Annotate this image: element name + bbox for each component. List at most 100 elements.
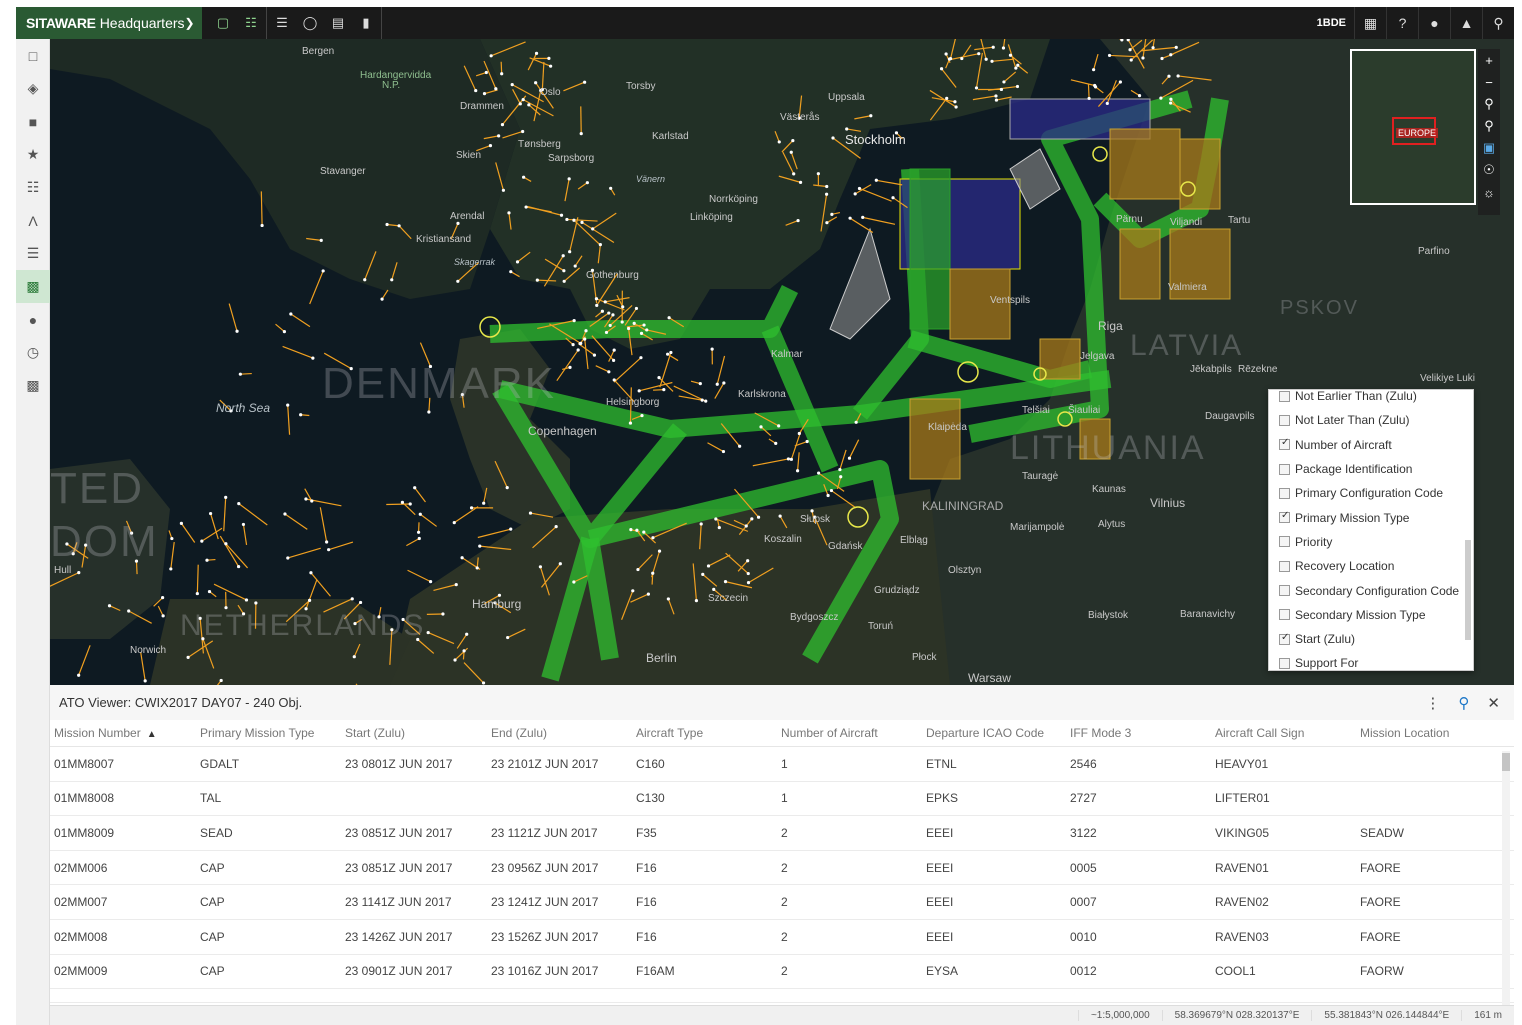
column-header[interactable]: Number of Aircraft: [777, 726, 922, 740]
column-option[interactable]: Secondary Mission Type: [1269, 603, 1473, 627]
route-icon[interactable]: Λ: [16, 204, 50, 237]
flight-point: [657, 375, 661, 380]
column-option[interactable]: Not Earlier Than (Zulu): [1269, 390, 1473, 408]
close-icon[interactable]: ✕: [1487, 694, 1500, 712]
app-switcher[interactable]: SITAWARE Headquarters ❯: [16, 7, 202, 39]
column-header[interactable]: Departure ICAO Code: [922, 726, 1066, 740]
ato-icon[interactable]: ▩: [16, 270, 50, 303]
window-icon[interactable]: ▣: [1478, 137, 1500, 159]
column-checkbox[interactable]: [1279, 463, 1290, 475]
column-option-label: Start (Zulu): [1295, 632, 1356, 647]
flight-point: [694, 599, 699, 603]
column-option[interactable]: Not Later Than (Zulu): [1269, 408, 1473, 432]
flight-point: [960, 56, 964, 61]
map-icon[interactable]: □: [16, 39, 50, 72]
flight-track: [328, 541, 354, 551]
unit-label[interactable]: 1BDE: [1309, 17, 1354, 29]
column-option[interactable]: Priority: [1269, 530, 1473, 554]
column-checkbox[interactable]: [1279, 609, 1290, 621]
map-icon[interactable]: ▢: [210, 11, 236, 35]
column-header[interactable]: Primary Mission Type: [196, 726, 341, 740]
column-header[interactable]: Aircraft Type: [632, 726, 777, 740]
flight-point: [107, 604, 112, 608]
help-icon[interactable]: ?: [1386, 7, 1418, 39]
user-icon[interactable]: ●: [1418, 7, 1450, 39]
sort-ascending-icon[interactable]: ▲: [147, 729, 157, 740]
zoom-out-icon[interactable]: −: [1478, 71, 1500, 93]
table-row[interactable]: 02MM006 CAP 23 0851Z JUN 2017 23 0956Z JUN …: [50, 851, 1514, 886]
column-option[interactable]: Number of Aircraft: [1269, 433, 1473, 457]
brightness-icon[interactable]: ☼: [1478, 181, 1500, 203]
column-checkbox[interactable]: [1279, 536, 1290, 548]
column-header[interactable]: End (Zulu): [487, 726, 632, 740]
flight-point: [944, 52, 948, 56]
grid-scroll-thumb[interactable]: [1502, 753, 1510, 771]
column-checkbox[interactable]: [1279, 585, 1290, 597]
map-view[interactable]: DENMARK NETHERLANDS TED DOM LITHUANIA LA…: [50, 39, 1514, 685]
table-row[interactable]: 01MM8007 GDALT 23 0801Z JUN 2017 23 2101Z J…: [50, 747, 1514, 782]
document-icon[interactable]: ▤: [325, 11, 351, 35]
star-icon[interactable]: ★: [16, 138, 50, 171]
column-checkbox[interactable]: [1279, 657, 1290, 669]
flight-point: [454, 583, 458, 587]
column-header[interactable]: IFF Mode 3: [1066, 726, 1211, 740]
zoom-extent-icon[interactable]: ⚲: [1478, 93, 1500, 115]
column-checkbox[interactable]: [1279, 560, 1290, 572]
column-header[interactable]: Mission Location: [1356, 726, 1496, 740]
overview-map[interactable]: EUROPE: [1350, 49, 1476, 205]
flight-point: [636, 567, 640, 572]
zoom-in-icon[interactable]: +: [1478, 49, 1500, 71]
column-checkbox[interactable]: [1279, 437, 1290, 451]
column-checkbox[interactable]: [1279, 632, 1290, 645]
globe-icon[interactable]: ☉: [1478, 159, 1500, 181]
column-option[interactable]: Primary Mission Type: [1269, 505, 1473, 529]
stack-icon[interactable]: ☰: [16, 237, 50, 270]
column-option[interactable]: Support For: [1269, 651, 1473, 670]
column-option[interactable]: Primary Configuration Code: [1269, 481, 1473, 505]
column-option[interactable]: Secondary Configuration Code: [1269, 578, 1473, 602]
table-cell: 23 0851Z JUN 2017: [345, 825, 453, 840]
table-row[interactable]: 01MM8008 TAL C130 1 EPKS 2727 LIFTER01: [50, 782, 1514, 817]
column-checkbox[interactable]: [1279, 390, 1290, 402]
column-checkbox[interactable]: [1279, 487, 1290, 499]
hierarchy-icon[interactable]: ☷: [238, 11, 264, 35]
map-label-lithuania: LITHUANIA: [1010, 429, 1206, 467]
chat-icon[interactable]: ◯: [297, 11, 323, 35]
column-header[interactable]: Aircraft Call Sign: [1211, 726, 1356, 740]
column-option[interactable]: Start (Zulu): [1269, 627, 1473, 651]
flight-point: [1087, 96, 1091, 101]
shapes-icon[interactable]: ■: [16, 105, 50, 138]
chevron-down-icon[interactable]: ❯: [185, 16, 195, 30]
zoom-select-icon[interactable]: ⚲: [1478, 115, 1500, 137]
column-header[interactable]: Mission Number ▲: [50, 726, 196, 740]
bell-icon[interactable]: ▲: [1450, 7, 1482, 39]
column-checkbox[interactable]: [1279, 510, 1290, 524]
history-icon[interactable]: ◷: [16, 336, 50, 369]
column-checkbox[interactable]: [1279, 414, 1290, 426]
people-icon[interactable]: ●: [16, 303, 50, 336]
table-row[interactable]: 02MM007 CAP 23 1141Z JUN 2017 23 1241Z JUN …: [50, 885, 1514, 920]
column-option[interactable]: Recovery Location: [1269, 554, 1473, 578]
flight-point: [453, 658, 457, 662]
more-options-icon[interactable]: ⋮: [1425, 694, 1440, 712]
layers-icon[interactable]: ◈: [16, 72, 50, 105]
table-row[interactable]: 02MM009 CAP 23 0901Z JUN 2017 23 1016Z JUN …: [50, 955, 1514, 990]
table-row-partial[interactable]: [50, 989, 1514, 1004]
column-chooser-scrollbar[interactable]: [1465, 540, 1471, 640]
pin-icon[interactable]: ⚲: [1458, 694, 1469, 712]
table-cell: 2: [781, 825, 788, 840]
layers-list-icon[interactable]: ☰: [269, 11, 295, 35]
column-option[interactable]: Package Identification: [1269, 457, 1473, 481]
column-header[interactable]: Start (Zulu): [341, 726, 487, 740]
hierarchy-icon[interactable]: ☷: [16, 171, 50, 204]
search-icon[interactable]: ⚲: [1482, 7, 1514, 39]
flight-point: [857, 186, 862, 191]
table-row[interactable]: 02MM008 CAP 23 1426Z JUN 2017 23 1526Z JUN …: [50, 920, 1514, 955]
grid-scrollbar[interactable]: [1502, 751, 1510, 1005]
print-icon[interactable]: ▩: [16, 369, 50, 402]
table-row[interactable]: 01MM8009 SEAD 23 0851Z JUN 2017 23 1121Z JU…: [50, 816, 1514, 851]
map-label-szczecin: Szczecin: [708, 593, 749, 604]
bookmark-icon[interactable]: ▮: [353, 11, 379, 35]
panel-icon[interactable]: ▦: [1354, 7, 1386, 39]
flight-track: [862, 216, 896, 225]
